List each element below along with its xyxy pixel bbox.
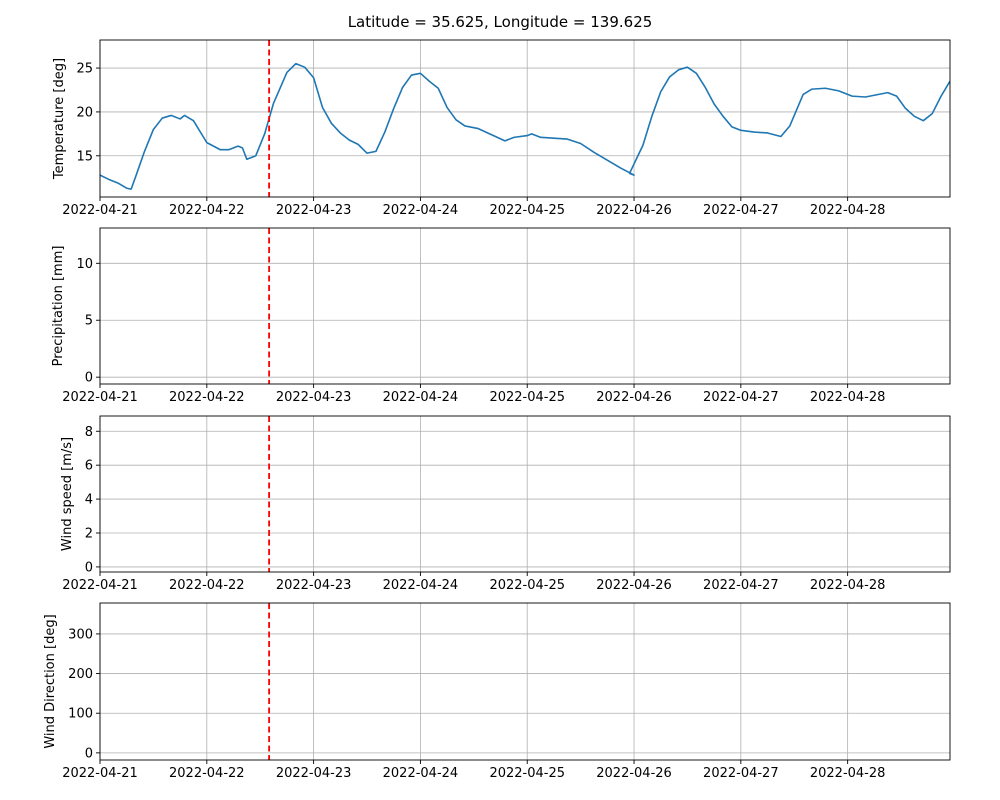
grid-lines bbox=[99, 228, 950, 384]
y-tick-label: 0 bbox=[85, 560, 93, 575]
x-tick-label: 2022-04-25 bbox=[489, 578, 565, 593]
axes-frame bbox=[99, 415, 951, 573]
y-tick-label: 20 bbox=[76, 105, 93, 120]
y-tick-label: 2 bbox=[85, 527, 93, 542]
x-tick-label: 2022-04-23 bbox=[276, 203, 352, 218]
x-tick-label: 2022-04-27 bbox=[703, 203, 779, 218]
x-tick-label: 2022-04-26 bbox=[596, 203, 672, 218]
x-tick-label: 2022-04-24 bbox=[383, 390, 459, 405]
panels: 2022-04-21 2022-04-22 2022-04-23 2022-04-24… bbox=[43, 39, 951, 781]
y-tick-label: 25 bbox=[76, 62, 93, 77]
x-tick-label: 2022-04-21 bbox=[62, 390, 138, 405]
x-tick-label: 2022-04-22 bbox=[169, 203, 245, 218]
x-tick-label: 2022-04-26 bbox=[596, 578, 672, 593]
x-tick-label: 2022-04-21 bbox=[62, 766, 138, 781]
y-axis-label: Temperature [deg] bbox=[52, 58, 67, 180]
y-tick-label: 0 bbox=[85, 371, 93, 386]
x-tick-label: 2022-04-22 bbox=[169, 578, 245, 593]
y-tick-label: 200 bbox=[68, 667, 93, 682]
y-tick-label: 5 bbox=[85, 314, 93, 329]
y-tick-label: 8 bbox=[85, 425, 93, 440]
figure-title: Latitude = 35.625, Longitude = 139.625 bbox=[348, 13, 653, 31]
x-tick-label: 2022-04-23 bbox=[276, 766, 352, 781]
x-tick-label: 2022-04-27 bbox=[703, 390, 779, 405]
x-tick-label: 2022-04-25 bbox=[489, 390, 565, 405]
chart-panel-1: 2022-04-21 2022-04-22 2022-04-23 2022-04-24… bbox=[52, 39, 951, 218]
x-tick-label: 2022-04-28 bbox=[810, 578, 886, 593]
x-tick-label: 2022-04-23 bbox=[276, 390, 352, 405]
grid-lines bbox=[99, 603, 950, 760]
axes-frame bbox=[99, 602, 951, 761]
figure: Latitude = 35.625, Longitude = 139.625 2… bbox=[43, 13, 951, 781]
y-tick-label: 100 bbox=[68, 707, 93, 722]
grid-lines bbox=[99, 416, 950, 572]
x-tick-label: 2022-04-24 bbox=[383, 203, 459, 218]
x-tick-label: 2022-04-21 bbox=[62, 578, 138, 593]
y-tick-label: 4 bbox=[85, 493, 93, 508]
y-axis-label: Wind Direction [deg] bbox=[43, 614, 58, 748]
grid-lines bbox=[99, 40, 950, 197]
x-tick-label: 2022-04-21 bbox=[62, 203, 138, 218]
x-tick-label: 2022-04-28 bbox=[810, 390, 886, 405]
axes-frame bbox=[99, 227, 951, 385]
x-tick-label: 2022-04-27 bbox=[703, 578, 779, 593]
x-tick-label: 2022-04-27 bbox=[703, 766, 779, 781]
x-tick-label: 2022-04-23 bbox=[276, 578, 352, 593]
x-tick-label: 2022-04-25 bbox=[489, 203, 565, 218]
x-tick-label: 2022-04-25 bbox=[489, 766, 565, 781]
y-tick-label: 15 bbox=[76, 149, 93, 164]
y-axis-label: Precipitation [mm] bbox=[51, 246, 66, 367]
x-tick-label: 2022-04-24 bbox=[383, 766, 459, 781]
y-axis-label: Wind speed [m/s] bbox=[60, 437, 75, 551]
x-tick-label: 2022-04-22 bbox=[169, 766, 245, 781]
chart-panel-2: 2022-04-21 2022-04-22 2022-04-23 2022-04-24… bbox=[51, 227, 951, 405]
x-tick-label: 2022-04-24 bbox=[383, 578, 459, 593]
x-tick-label: 2022-04-26 bbox=[596, 766, 672, 781]
chart-panel-4: 2022-04-21 2022-04-22 2022-04-23 2022-04-24… bbox=[43, 602, 951, 781]
chart-panel-3: 2022-04-21 2022-04-22 2022-04-23 2022-04-24… bbox=[60, 415, 951, 593]
y-tick-label: 6 bbox=[85, 459, 93, 474]
x-tick-label: 2022-04-28 bbox=[810, 203, 886, 218]
y-tick-label: 10 bbox=[76, 257, 93, 272]
axes-frame bbox=[99, 39, 951, 198]
x-tick-label: 2022-04-26 bbox=[596, 390, 672, 405]
x-tick-label: 2022-04-28 bbox=[810, 766, 886, 781]
x-tick-label: 2022-04-22 bbox=[169, 390, 245, 405]
series-line bbox=[100, 62, 950, 190]
y-tick-label: 300 bbox=[68, 627, 93, 642]
y-tick-label: 0 bbox=[85, 746, 93, 761]
